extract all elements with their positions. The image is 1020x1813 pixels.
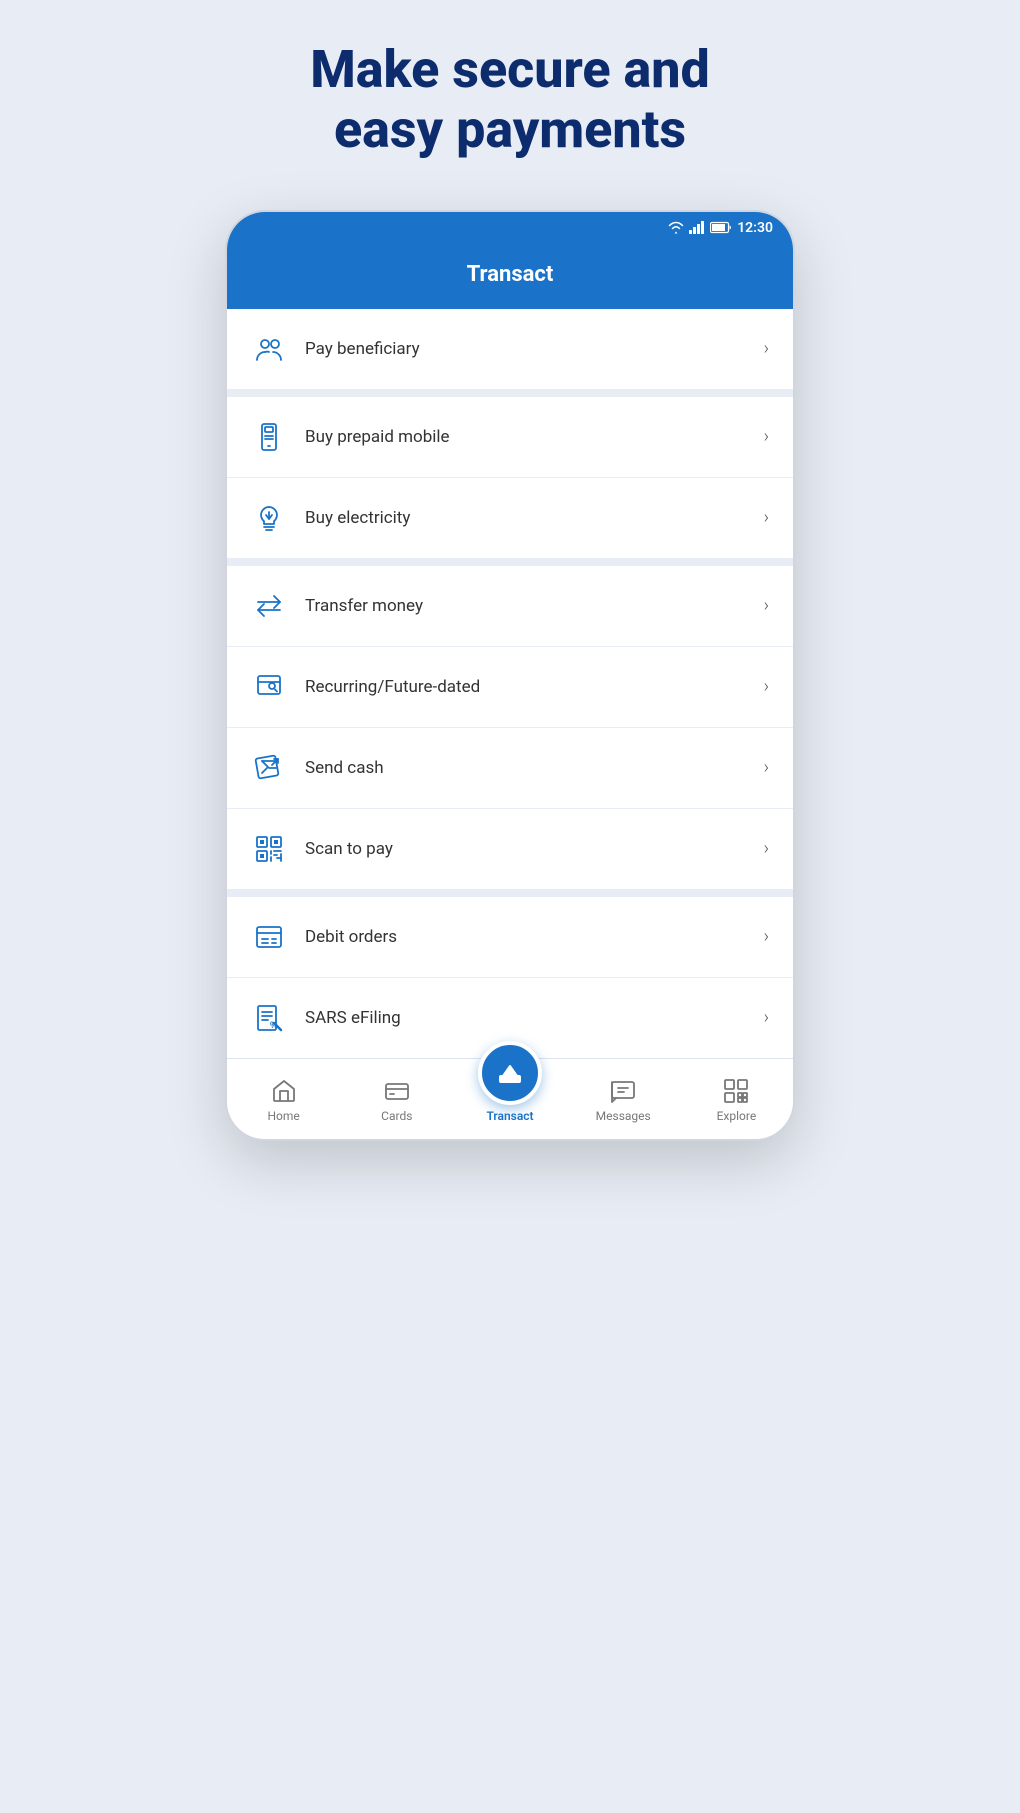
menu-item-buy-prepaid-mobile[interactable]: Buy prepaid mobile › — [227, 397, 793, 478]
app-header: Transact — [227, 244, 793, 309]
nav-transact[interactable]: Transact — [453, 1041, 566, 1123]
page-title: Make secure and easy payments — [310, 40, 710, 160]
cards-label: Cards — [381, 1109, 412, 1123]
menu-item-buy-electricity[interactable]: Buy electricity › — [227, 478, 793, 558]
buy-electricity-label: Buy electricity — [305, 508, 764, 528]
pay-beneficiary-chevron: › — [764, 338, 769, 359]
explore-icon — [722, 1077, 750, 1105]
debit-icon — [251, 919, 287, 955]
buy-prepaid-chevron: › — [764, 426, 769, 447]
status-icons: 12:30 — [668, 220, 773, 236]
menu-section-orders: Debit orders › % SARS eFiling › — [227, 889, 793, 1058]
status-time: 12:30 — [737, 220, 773, 236]
header-title: Transact — [467, 262, 554, 287]
battery-icon — [710, 221, 732, 234]
transfer-money-chevron: › — [764, 595, 769, 616]
menu-section-prepaid: Buy prepaid mobile › Buy electricity › — [227, 389, 793, 558]
menu-item-pay-beneficiary[interactable]: Pay beneficiary › — [227, 309, 793, 389]
send-cash-label: Send cash — [305, 758, 764, 778]
nav-messages[interactable]: Messages — [567, 1077, 680, 1123]
people-icon — [251, 331, 287, 367]
pay-beneficiary-label: Pay beneficiary — [305, 339, 764, 359]
nav-explore[interactable]: Explore — [680, 1077, 793, 1123]
nav-cards[interactable]: Cards — [340, 1077, 453, 1123]
wifi-icon — [668, 221, 684, 234]
cards-icon — [383, 1077, 411, 1105]
signal-icon — [689, 221, 705, 234]
sars-efiling-chevron: › — [764, 1007, 769, 1028]
menu-section-beneficiary: Pay beneficiary › — [227, 309, 793, 389]
menu-item-transfer-money[interactable]: Transfer money › — [227, 566, 793, 647]
sendcash-icon — [251, 750, 287, 786]
transfer-money-label: Transfer money — [305, 596, 764, 616]
transfer-icon — [251, 588, 287, 624]
debit-orders-label: Debit orders — [305, 927, 764, 947]
nav-home[interactable]: Home — [227, 1077, 340, 1123]
buy-prepaid-mobile-label: Buy prepaid mobile — [305, 427, 764, 447]
sars-icon: % — [251, 1000, 287, 1036]
qr-icon — [251, 831, 287, 867]
transact-label: Transact — [486, 1109, 533, 1123]
messages-label: Messages — [596, 1109, 651, 1123]
recurring-label: Recurring/Future-dated — [305, 677, 764, 697]
menu-item-scan-to-pay[interactable]: Scan to pay › — [227, 809, 793, 889]
sars-efiling-label: SARS eFiling — [305, 1008, 764, 1028]
menu-section-transfers: Transfer money › Recurring/Future-dated … — [227, 558, 793, 889]
send-cash-chevron: › — [764, 757, 769, 778]
bottom-nav: Home Cards Transact — [227, 1058, 793, 1139]
phone-frame: 12:30 Transact Pay beneficiary › — [225, 210, 795, 1141]
home-label: Home — [267, 1109, 299, 1123]
scan-to-pay-label: Scan to pay — [305, 839, 764, 859]
phone-icon — [251, 419, 287, 455]
scan-to-pay-chevron: › — [764, 838, 769, 859]
explore-label: Explore — [717, 1109, 757, 1123]
status-bar: 12:30 — [227, 212, 793, 244]
menu-item-recurring[interactable]: Recurring/Future-dated › — [227, 647, 793, 728]
recurring-chevron: › — [764, 676, 769, 697]
transact-circle[interactable] — [478, 1041, 542, 1105]
menu-item-debit-orders[interactable]: Debit orders › — [227, 897, 793, 978]
menu-list: Pay beneficiary › Buy prepaid mobile › — [227, 309, 793, 1058]
home-icon — [270, 1077, 298, 1105]
bulb-icon — [251, 500, 287, 536]
messages-icon — [609, 1077, 637, 1105]
buy-electricity-chevron: › — [764, 507, 769, 528]
recurring-icon — [251, 669, 287, 705]
debit-orders-chevron: › — [764, 926, 769, 947]
menu-item-send-cash[interactable]: Send cash › — [227, 728, 793, 809]
